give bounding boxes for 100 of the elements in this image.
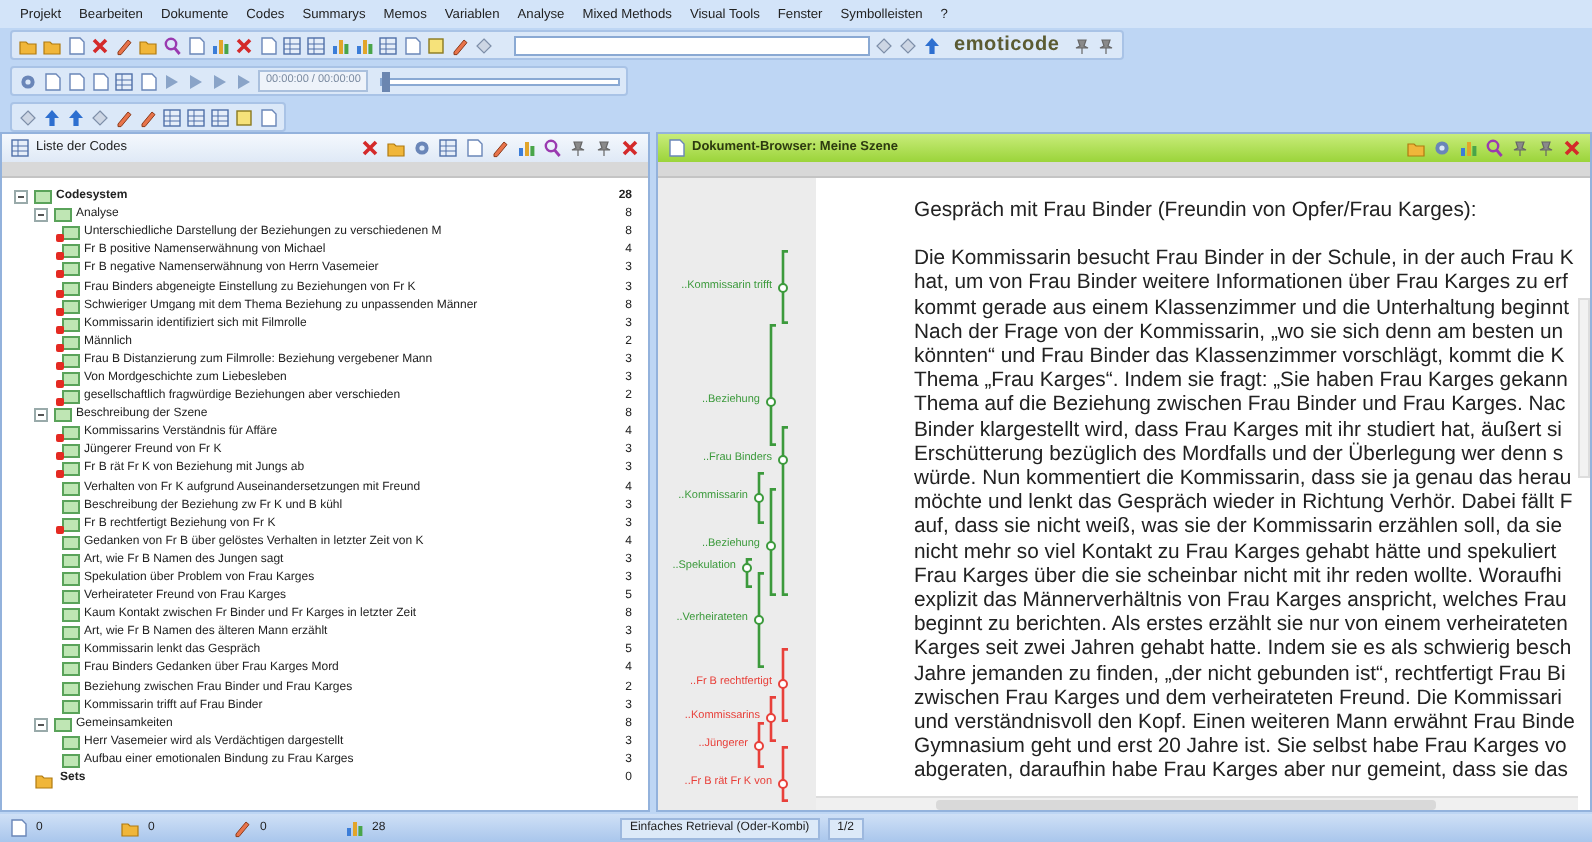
folder-icon [34, 769, 54, 790]
document-icon[interactable] [402, 35, 422, 55]
expand-toggle[interactable] [34, 208, 48, 223]
text-line: Nach der Frage von der Kommissarin, „wo sie sich denn am besten un [914, 321, 1566, 347]
text-line: würde. Nun kommentiert die Kommissarin, dass sie ja genau das herau [914, 468, 1574, 493]
combo-field[interactable] [514, 35, 870, 55]
expand-toggle[interactable] [34, 408, 48, 423]
text-line: nicht mehr so viel Kontakt zu Frau Karges gehabt hätte und spekuliert [914, 541, 1559, 566]
scrollbar-thumb[interactable] [936, 800, 1436, 810]
text-line: Binder klargestellt wird, dass Frau Karges mit ihr studiert hat, äußert si [914, 419, 1564, 442]
text-line: abgeraten, daraufhin habe Frau Karges aber nur gemeint, dass sie das [914, 760, 1570, 786]
grid-icon[interactable] [10, 138, 30, 158]
grid-icon[interactable] [378, 35, 398, 55]
gear-icon[interactable] [1432, 138, 1452, 158]
cross-icon[interactable] [620, 138, 640, 158]
code-icon [54, 717, 72, 732]
text-line: und verständnisvoll den Kopf. Einen weiteren Mann erwähnt Frau Binde [914, 712, 1577, 737]
grid-icon[interactable] [438, 138, 458, 158]
grid-icon[interactable] [186, 107, 206, 127]
chart-icon[interactable] [210, 35, 230, 55]
cross-icon[interactable] [234, 35, 254, 55]
coding-bracket[interactable] [776, 426, 790, 596]
text-line: hat, um von Frau Binder weitere Informationen über Frau Karges zu erf [914, 272, 1570, 298]
chart-icon[interactable] [1458, 138, 1478, 158]
text-line: Thema auf die Beziehung zwischen Frau Binder und Frau Karges. Nac [914, 394, 1568, 420]
document-icon [8, 818, 28, 838]
diamond-icon[interactable] [474, 35, 494, 55]
vertical-scrollbar[interactable] [1578, 298, 1590, 478]
document-icon[interactable] [666, 138, 686, 158]
text-line: Karges seit zwei Jahren gehabt hatte. Indem sie es als schwierig besch [914, 638, 1574, 664]
memo-icon [56, 398, 64, 407]
text-line: explizit das Männerverhältnis von Frau Karges anspricht, welches Frau [914, 590, 1569, 615]
pencil-icon[interactable] [114, 35, 134, 55]
square-icon[interactable] [234, 107, 254, 127]
text-line: möchte und lenkt das Gespräch wieder in Richtung Verhör. Dabei fällt F [914, 492, 1575, 517]
folder-icon[interactable] [386, 138, 406, 158]
document-icon[interactable] [258, 107, 278, 127]
text-line: beginnt zu berichten. Als erstes erzählt sie nur von einem verheirateten [914, 614, 1570, 639]
pin-icon[interactable] [1071, 35, 1092, 55]
text-line: Die Kommissarin besucht Frau Binder in der Schule, in der auch Frau K [914, 248, 1576, 273]
search-icon[interactable] [542, 138, 562, 158]
square-icon[interactable] [426, 35, 446, 55]
chart-icon [344, 818, 364, 838]
code-icon [54, 408, 72, 423]
cross-icon[interactable] [90, 35, 110, 55]
coding-bracket[interactable] [776, 746, 790, 802]
grid-icon[interactable] [162, 107, 182, 127]
coding-bracket[interactable] [776, 648, 790, 722]
diamond-icon[interactable] [18, 107, 38, 127]
search-icon[interactable] [1484, 138, 1504, 158]
pencil-icon[interactable] [490, 138, 510, 158]
gear-icon[interactable] [412, 138, 432, 158]
coding-bracket[interactable] [740, 558, 754, 588]
text-line: Erschütterung bezüglich des Mordfalls und der Überlegung wer denn s [914, 443, 1566, 469]
pin-icon[interactable] [594, 138, 614, 158]
grid-icon[interactable] [114, 71, 134, 91]
document-icon[interactable] [464, 138, 484, 158]
logo: emoticode [954, 34, 1060, 56]
cross-icon[interactable] [360, 138, 380, 158]
cross-icon[interactable] [1562, 138, 1582, 158]
pin-icon[interactable] [568, 138, 588, 158]
text-line: Thema „Frau Karges“. Indem sie fragt: „Sie haben Frau Karges gekann [914, 370, 1570, 395]
memo-icon [56, 525, 64, 534]
expand-toggle[interactable] [14, 190, 28, 205]
grid-icon[interactable] [306, 35, 326, 55]
text-line: auf, dass sie nicht weiß, was sie der Kommissarin erzählen soll, da sie [914, 516, 1564, 542]
diamond-icon[interactable] [90, 107, 110, 127]
text-line: Jahre jemanden zu finden, „der nicht gebunden ist“, rechtfertigt Frau Bi [914, 663, 1568, 688]
coding-bracket[interactable] [764, 488, 778, 596]
slider-thumb[interactable] [382, 71, 391, 91]
gear-icon[interactable] [18, 71, 38, 91]
pin-icon[interactable] [1536, 138, 1556, 158]
coding-bracket[interactable] [776, 250, 790, 324]
chart-icon[interactable] [516, 138, 536, 158]
text-line: könnten“ und Frau Binder das Klassenzimmer vorschlägt, kommt die K [914, 346, 1567, 371]
text-line: Gymnasium geht und erst 20 Jahre ist. Sie selbst habe Frau Karges vo [914, 736, 1569, 761]
text-line: Frau Karges über die sie scheinbar nicht mit ihr reden wollte. Woraufhi [914, 565, 1564, 591]
text-line: zwischen Frau Karges und dem verheirateten Freund. Die Kommissari [914, 687, 1564, 713]
pin-icon[interactable] [1510, 138, 1530, 158]
arrow-icon[interactable] [922, 35, 942, 55]
horizontal-scrollbar[interactable] [816, 796, 1578, 810]
coding-bracket[interactable] [752, 722, 766, 768]
coding-bracket[interactable] [752, 572, 766, 668]
pin-icon[interactable] [1095, 35, 1116, 55]
document-icon[interactable] [138, 71, 158, 91]
grid-icon[interactable] [210, 107, 230, 127]
expand-toggle[interactable] [34, 717, 48, 732]
text-line: kommt gerade aus einem Klassenzimmer und die Unterhaltung beginnt [914, 297, 1571, 322]
coding-bracket[interactable] [752, 472, 766, 524]
document-heading: Gespräch mit Frau Binder (Freundin von Opfer/Frau Karges): [914, 200, 1479, 225]
search-icon[interactable] [162, 35, 182, 55]
grid-icon[interactable] [282, 35, 302, 55]
coding-bracket[interactable] [764, 324, 778, 446]
document-icon[interactable] [186, 35, 206, 55]
document-icon[interactable] [258, 35, 278, 55]
coding-bracket[interactable] [764, 696, 778, 742]
folder-icon [120, 818, 140, 838]
pencil-icon [232, 818, 252, 838]
pencil-icon[interactable] [450, 35, 470, 55]
folder-icon[interactable] [1406, 138, 1426, 158]
